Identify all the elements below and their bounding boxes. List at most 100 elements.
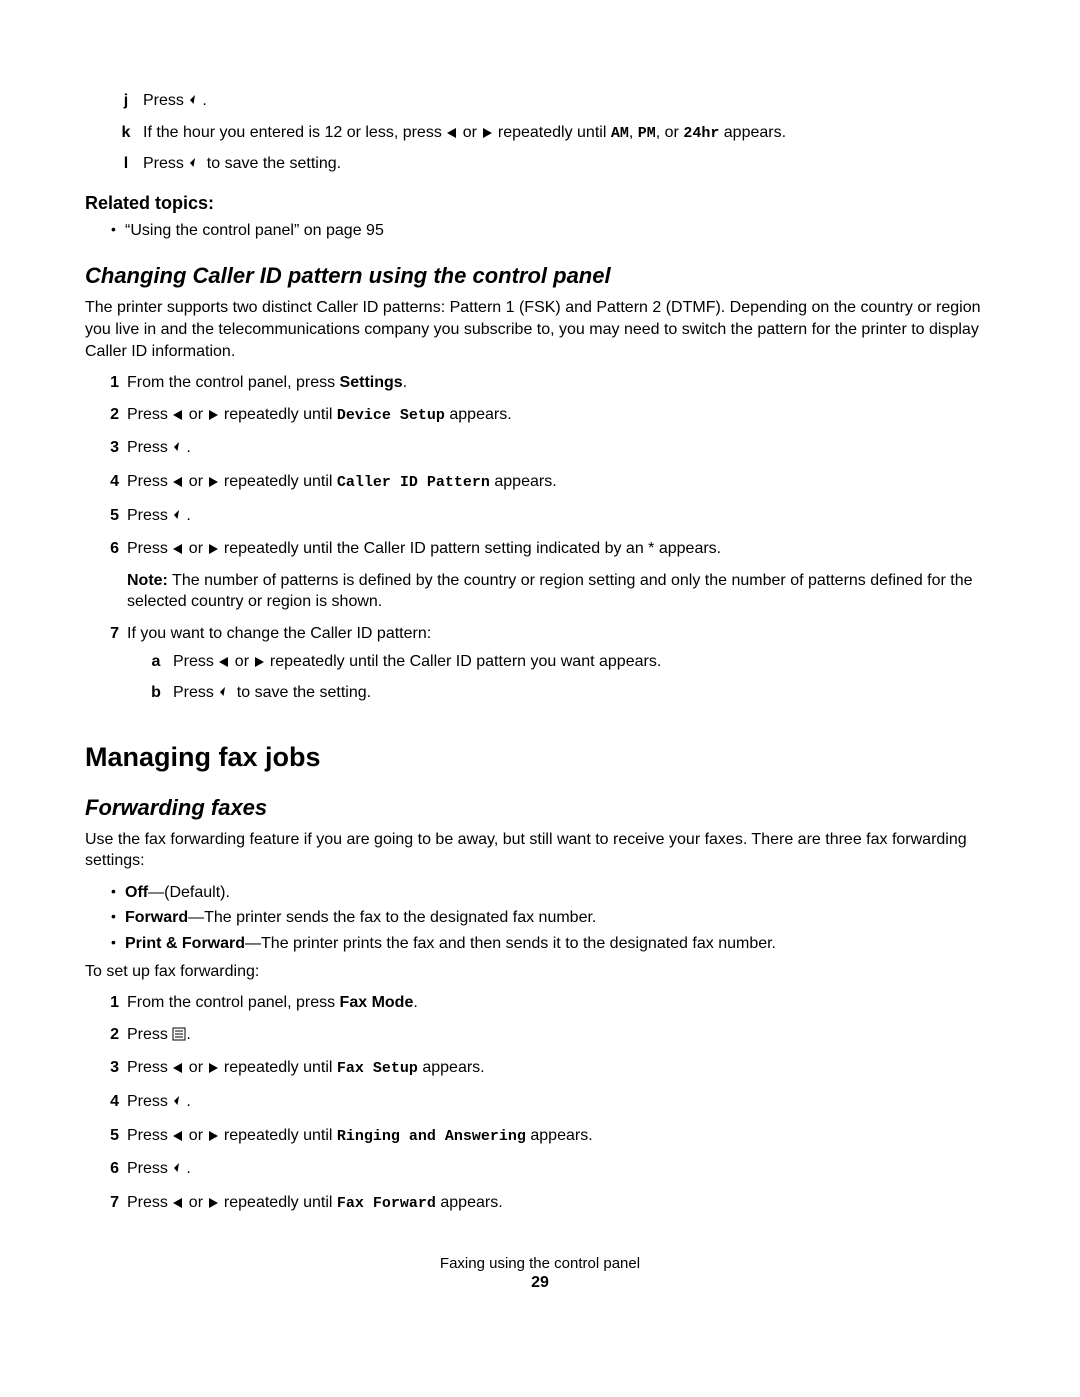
step-7: 7 Press or repeatedly until Fax Forward … bbox=[99, 1192, 995, 1216]
note-block: Note: The number of patterns is defined … bbox=[127, 570, 995, 613]
sub-step-b: b Press to save the setting. bbox=[145, 682, 995, 706]
text: appears. bbox=[436, 1194, 503, 1211]
text: to save the setting. bbox=[202, 155, 341, 172]
step-marker: 1 bbox=[99, 992, 119, 1014]
text: —The printer prints the fax and then sen… bbox=[245, 935, 776, 952]
bullet-icon: • bbox=[111, 933, 125, 955]
left-arrow-icon bbox=[172, 1127, 184, 1149]
step-marker: 5 bbox=[99, 505, 119, 529]
text: Press bbox=[127, 540, 172, 557]
step-marker: a bbox=[145, 651, 167, 675]
section-heading-forwarding: Forwarding faxes bbox=[85, 795, 995, 821]
right-arrow-icon bbox=[207, 540, 219, 562]
step-marker: j bbox=[115, 90, 137, 114]
code-text: PM bbox=[638, 125, 656, 142]
text: or bbox=[189, 1127, 208, 1144]
right-arrow-icon bbox=[481, 124, 493, 146]
check-icon bbox=[172, 1093, 186, 1115]
text: appears. bbox=[445, 406, 512, 423]
text: . bbox=[186, 1093, 190, 1110]
document-page: j Press . k If the hour you entered is 1… bbox=[0, 0, 1080, 1332]
text: . bbox=[202, 92, 206, 109]
step-text: From the control panel, press Fax Mode. bbox=[119, 992, 995, 1014]
bullet-icon: • bbox=[111, 882, 125, 904]
step-l: l Press to save the setting. bbox=[115, 153, 995, 177]
step-3: 3 Press . bbox=[99, 437, 995, 461]
list-item: • Forward—The printer sends the fax to t… bbox=[111, 907, 995, 929]
step-text: Press or repeatedly until Fax Forward ap… bbox=[119, 1192, 995, 1216]
text: or bbox=[463, 124, 482, 141]
text: Press bbox=[127, 1194, 172, 1211]
page-footer: Faxing using the control panel 29 bbox=[85, 1255, 995, 1292]
step-2: 2 Press or repeatedly until Device Setup… bbox=[99, 404, 995, 428]
forwarding-steps: 1 From the control panel, press Fax Mode… bbox=[85, 992, 995, 1215]
right-arrow-icon bbox=[207, 406, 219, 428]
step-marker: 4 bbox=[99, 1091, 119, 1115]
step-text: Press to save the setting. bbox=[167, 682, 995, 706]
step-text: Press or repeatedly until Device Setup a… bbox=[119, 404, 995, 428]
text: Press bbox=[127, 1093, 172, 1110]
text: . bbox=[186, 507, 190, 524]
step-marker: 7 bbox=[99, 623, 119, 714]
step-text: Press . bbox=[119, 437, 995, 461]
related-topics-list: • “Using the control panel” on page 95 bbox=[85, 220, 995, 242]
paragraph: Use the fax forwarding feature if you ar… bbox=[85, 829, 995, 872]
step-text: Press . bbox=[119, 1024, 995, 1048]
text: Press bbox=[127, 473, 172, 490]
step-marker: 2 bbox=[99, 404, 119, 428]
bold-text: Print & Forward bbox=[125, 935, 245, 952]
left-arrow-icon bbox=[218, 653, 230, 675]
text: to save the setting. bbox=[232, 684, 371, 701]
check-icon bbox=[188, 92, 202, 114]
text: If you want to change the Caller ID patt… bbox=[127, 625, 431, 642]
step-k: k If the hour you entered is 12 or less,… bbox=[115, 122, 995, 146]
step-marker: 4 bbox=[99, 471, 119, 495]
step-text: Press . bbox=[137, 90, 995, 114]
step-marker: 3 bbox=[99, 437, 119, 461]
sub-steps: a Press or repeatedly until the Caller I… bbox=[127, 651, 995, 706]
step-2: 2 Press . bbox=[99, 1024, 995, 1048]
text: Off—(Default). bbox=[125, 882, 995, 904]
page-number: 29 bbox=[85, 1274, 995, 1292]
step-marker: 6 bbox=[99, 538, 119, 613]
code-text: 24hr bbox=[683, 125, 719, 142]
text: or bbox=[189, 473, 208, 490]
text: Press bbox=[127, 1127, 172, 1144]
text: Print & Forward—The printer prints the f… bbox=[125, 933, 995, 955]
text: Press bbox=[127, 507, 172, 524]
right-arrow-icon bbox=[207, 1127, 219, 1149]
footer-title: Faxing using the control panel bbox=[85, 1255, 995, 1272]
text: Press bbox=[127, 439, 172, 456]
text: repeatedly until the Caller ID pattern s… bbox=[224, 540, 721, 557]
right-arrow-icon bbox=[253, 653, 265, 675]
step-4: 4 Press . bbox=[99, 1091, 995, 1115]
text: appears. bbox=[719, 124, 786, 141]
bullet-icon: • bbox=[111, 907, 125, 929]
bullet-icon: • bbox=[111, 220, 125, 242]
right-arrow-icon bbox=[207, 1059, 219, 1081]
step-marker: 2 bbox=[99, 1024, 119, 1048]
step-marker: 1 bbox=[99, 372, 119, 394]
list-item: • “Using the control panel” on page 95 bbox=[111, 220, 995, 242]
text: or bbox=[235, 653, 254, 670]
text: repeatedly until bbox=[224, 1194, 337, 1211]
left-arrow-icon bbox=[172, 540, 184, 562]
check-icon bbox=[172, 439, 186, 461]
bold-text: Off bbox=[125, 884, 148, 901]
right-arrow-icon bbox=[207, 1194, 219, 1216]
text: Press bbox=[173, 684, 218, 701]
step-marker: 6 bbox=[99, 1158, 119, 1182]
text: repeatedly until bbox=[498, 124, 611, 141]
step-1: 1 From the control panel, press Fax Mode… bbox=[99, 992, 995, 1014]
text: From the control panel, press bbox=[127, 994, 340, 1011]
text: . bbox=[186, 439, 190, 456]
step-text: Press to save the setting. bbox=[137, 153, 995, 177]
section-heading-managing: Managing fax jobs bbox=[85, 742, 995, 773]
step-text: Press . bbox=[119, 1158, 995, 1182]
step-text: If you want to change the Caller ID patt… bbox=[119, 623, 995, 714]
text: appears. bbox=[526, 1127, 593, 1144]
text: repeatedly until bbox=[224, 473, 337, 490]
check-icon bbox=[188, 155, 202, 177]
forwarding-modes-list: • Off—(Default). • Forward—The printer s… bbox=[85, 882, 995, 955]
step-marker: 3 bbox=[99, 1057, 119, 1081]
